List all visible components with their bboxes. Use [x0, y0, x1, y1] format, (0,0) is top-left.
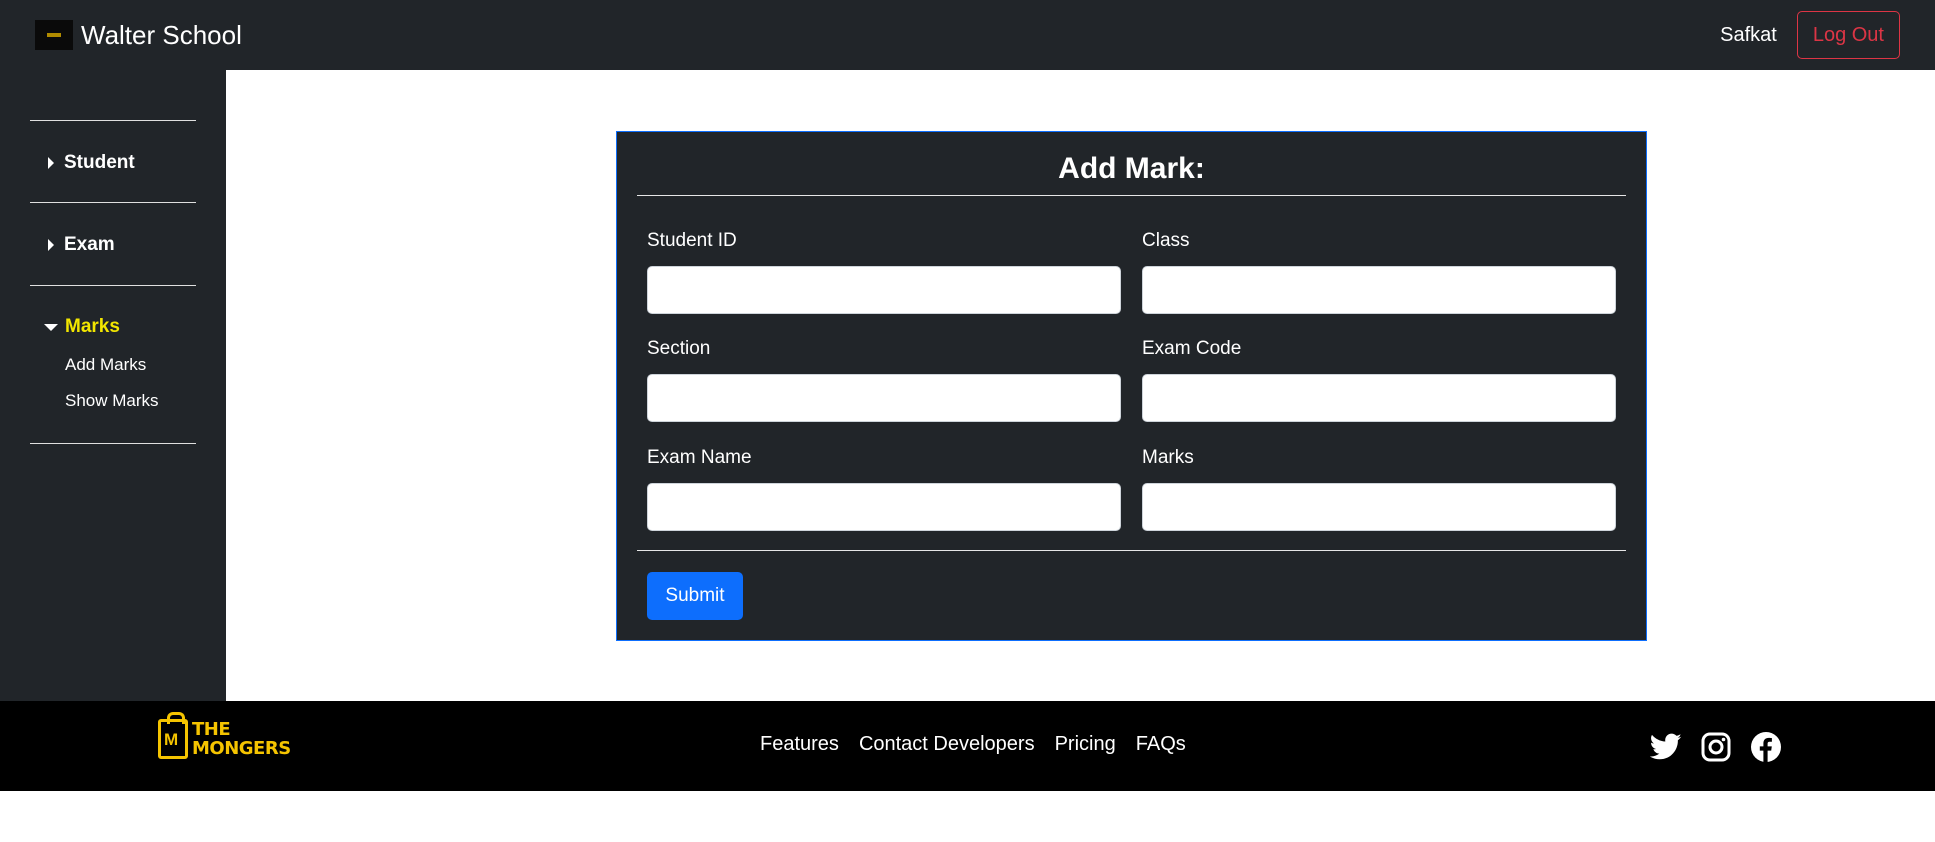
title-divider [637, 195, 1626, 196]
exam-code-label: Exam Code [1142, 338, 1242, 359]
exam-code-field[interactable] [1142, 374, 1616, 422]
footer: M THE MONGERS Features Contact Developer… [0, 701, 1935, 791]
sidebar-item-label: Student [64, 152, 135, 173]
sidebar-item-exam[interactable]: Exam [48, 234, 115, 256]
footer-links: Features Contact Developers Pricing FAQs [760, 733, 1206, 756]
footer-link-pricing[interactable]: Pricing [1055, 733, 1116, 756]
section-label: Section [647, 338, 711, 359]
shopping-bag-icon: M [158, 712, 188, 759]
sidebar-item-label: Marks [65, 316, 120, 337]
brand[interactable]: Walter School [35, 20, 242, 51]
marks-label: Marks [1142, 447, 1194, 468]
sidebar: Student Exam Marks Add Marks Show Marks [0, 70, 226, 701]
add-mark-form: Add Mark: Student ID Class Section Exam … [616, 131, 1647, 641]
student-id-field[interactable] [647, 266, 1121, 314]
sidebar-item-marks[interactable]: Marks [44, 316, 120, 338]
footer-link-contact[interactable]: Contact Developers [859, 733, 1035, 756]
nav-right: Safkat Log Out [1720, 11, 1900, 59]
logo-text: THE MONGERS [192, 720, 291, 758]
sidebar-divider [30, 202, 196, 203]
sidebar-item-student[interactable]: Student [48, 152, 135, 174]
logo-text-line1: THE [192, 719, 231, 740]
sidebar-divider [30, 285, 196, 286]
top-navbar: Walter School Safkat Log Out [0, 0, 1935, 70]
student-id-label: Student ID [647, 230, 737, 251]
sidebar-subitem-add-marks[interactable]: Add Marks [65, 355, 146, 375]
sidebar-subitem-show-marks[interactable]: Show Marks [65, 391, 159, 411]
caret-right-icon [48, 239, 54, 251]
twitter-icon[interactable] [1650, 733, 1682, 761]
marks-field[interactable] [1142, 483, 1616, 531]
class-field[interactable] [1142, 266, 1616, 314]
social-links [1650, 731, 1800, 763]
caret-down-icon [44, 323, 58, 331]
footer-link-faqs[interactable]: FAQs [1136, 733, 1186, 756]
submit-button[interactable]: Submit [647, 572, 743, 620]
form-title: Add Mark: [1058, 152, 1205, 185]
logout-button[interactable]: Log Out [1796, 11, 1900, 59]
section-field[interactable] [647, 374, 1121, 422]
exam-name-field[interactable] [647, 483, 1121, 531]
footer-divider [637, 550, 1626, 551]
username: Safkat [1720, 23, 1777, 46]
caret-right-icon [48, 157, 54, 169]
logo-text-line2: MONGERS [192, 738, 291, 759]
sidebar-item-label: Exam [64, 234, 115, 255]
instagram-icon[interactable] [1700, 731, 1732, 763]
footer-logo[interactable]: M THE MONGERS [158, 712, 291, 759]
sidebar-divider [30, 120, 196, 121]
footer-link-features[interactable]: Features [760, 733, 839, 756]
exam-name-label: Exam Name [647, 447, 752, 468]
facebook-icon[interactable] [1750, 731, 1782, 763]
brand-logo-icon [35, 20, 73, 50]
brand-name: Walter School [81, 19, 242, 50]
class-label: Class [1142, 230, 1190, 251]
sidebar-divider [30, 443, 196, 444]
